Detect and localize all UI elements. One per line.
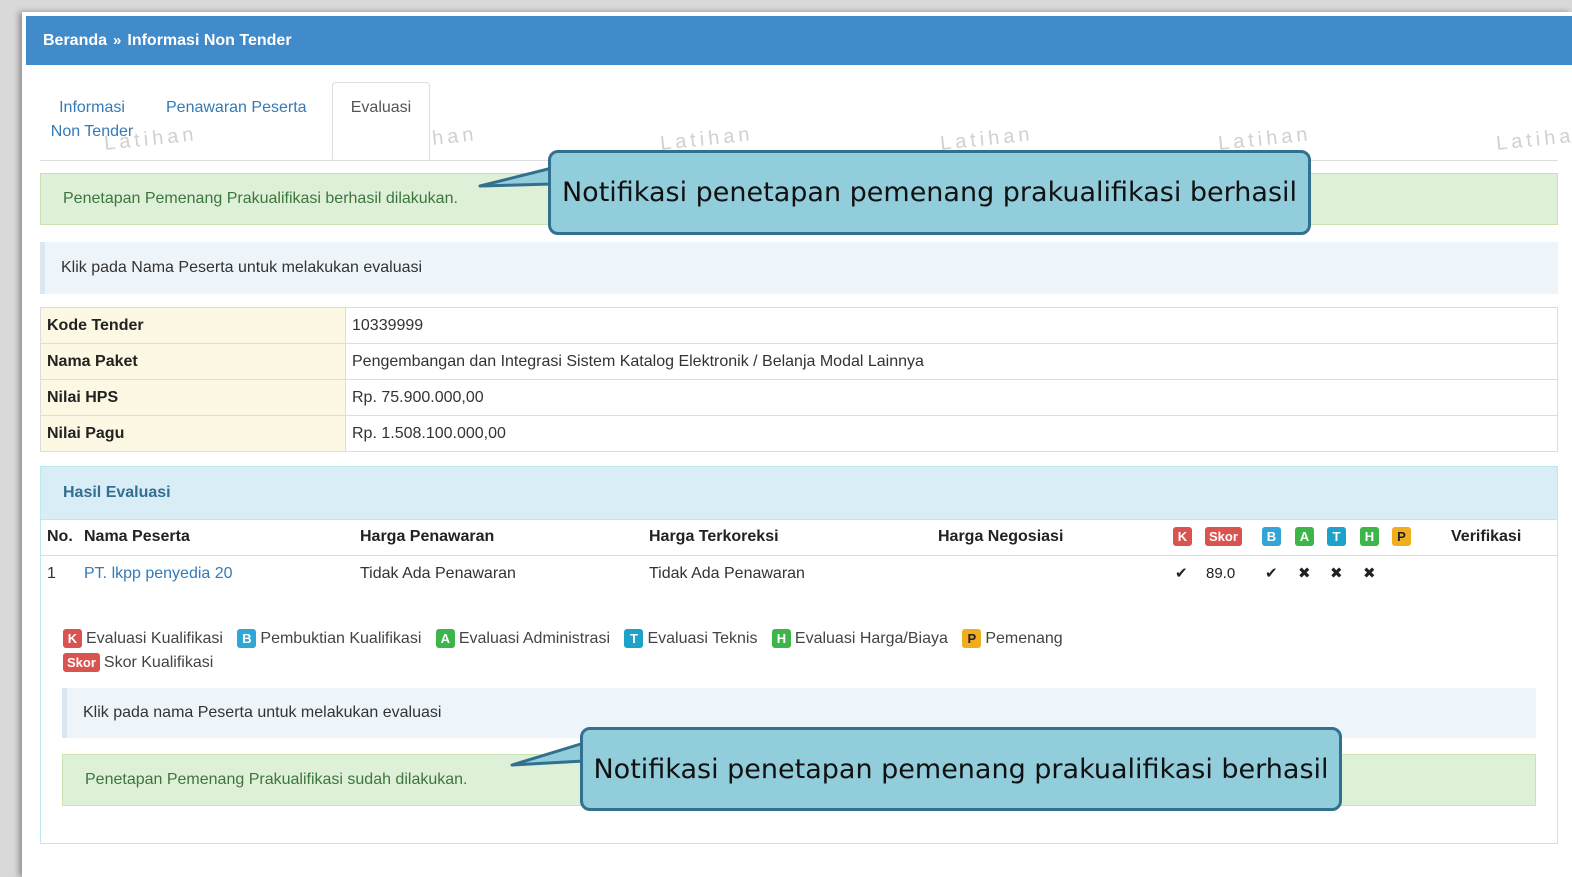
col-p: P <box>1392 519 1411 555</box>
badge-h: H <box>771 629 791 648</box>
table-row: Kode Tender 10339999 <box>40 307 1558 344</box>
detail-key: Nilai HPS <box>40 379 346 416</box>
legend-label: Evaluasi Kualifikasi <box>86 630 223 647</box>
legend-item: B Pembuktian Kualifikasi <box>237 629 422 648</box>
info-box: Klik pada Nama Peserta untuk melakukan e… <box>40 242 1558 294</box>
legend-label: Pemenang <box>985 630 1063 647</box>
legend-label: Pembuktian Kualifikasi <box>260 630 422 647</box>
row-skor: 89.0 <box>1206 565 1236 582</box>
row-offer: Tidak Ada Penawaran <box>360 565 516 582</box>
tab-label: Informasi <box>59 99 125 116</box>
participant-name-link[interactable]: PT. lkpp penyedia 20 <box>84 556 233 592</box>
breadcrumb: Beranda » Informasi Non Tender <box>43 32 292 50</box>
legend-item: A Evaluasi Administrasi <box>435 629 610 648</box>
table-row: Nilai HPS Rp. 75.900.000,00 <box>40 379 1558 416</box>
col-k: K <box>1173 519 1192 555</box>
badge-p: P <box>1392 527 1411 546</box>
badge-a: A <box>1295 527 1314 546</box>
check-icon: ✔ <box>1175 565 1188 582</box>
detail-value: 10339999 <box>345 307 1558 344</box>
legend-item: P Pemenang <box>962 629 1063 648</box>
results-table-header: No. Nama Peserta Harga Penawaran Harga T… <box>41 519 1557 556</box>
badge-skor: Skor <box>1205 527 1242 546</box>
col-skor: Skor <box>1205 519 1242 555</box>
legend-item: H Evaluasi Harga/Biaya <box>771 629 948 648</box>
callout-pointer <box>478 166 554 188</box>
legend-label: Skor Kualifikasi <box>103 654 214 671</box>
badge-k: K <box>1173 527 1192 546</box>
badge-skor: Skor <box>63 653 100 672</box>
tab-label: Non Tender <box>50 123 134 140</box>
col-t: T <box>1327 519 1346 555</box>
col-verification: Verifikasi <box>1451 528 1522 545</box>
badge-t: T <box>624 629 644 648</box>
cross-icon: ✖ <box>1298 565 1311 582</box>
results-panel-title: Hasil Evaluasi <box>41 467 1557 520</box>
legend-item: K Evaluasi Kualifikasi <box>63 629 223 648</box>
col-h: H <box>1360 519 1379 555</box>
cross-icon: ✖ <box>1330 565 1343 582</box>
check-icon: ✔ <box>1265 565 1278 582</box>
breadcrumb-home[interactable]: Beranda <box>43 32 107 50</box>
legend-label: Evaluasi Harga/Biaya <box>794 630 948 647</box>
cross-icon: ✖ <box>1363 565 1376 582</box>
detail-value: Rp. 75.900.000,00 <box>345 379 1558 416</box>
annotation-callout: Notifikasi penetapan pemenang prakualifi… <box>580 727 1342 811</box>
detail-key: Nama Paket <box>40 343 346 380</box>
badge-a: A <box>435 629 455 648</box>
breadcrumb-bar: Beranda » Informasi Non Tender <box>26 16 1572 65</box>
col-corrected: Harga Terkoreksi <box>649 528 779 545</box>
tender-detail-table: Kode Tender 10339999 Nama Paket Pengemba… <box>40 307 1558 452</box>
legend-label: Evaluasi Administrasi <box>458 630 610 647</box>
col-negotiated: Harga Negosiasi <box>938 528 1064 545</box>
detail-key: Nilai Pagu <box>40 415 346 452</box>
row-no: 1 <box>47 565 56 582</box>
detail-value: Pengembangan dan Integrasi Sistem Katalo… <box>345 343 1558 380</box>
badge-p: P <box>962 629 982 648</box>
col-b: B <box>1262 519 1281 555</box>
row-corrected: Tidak Ada Penawaran <box>649 565 805 582</box>
table-row: 1 PT. lkpp penyedia 20 Tidak Ada Penawar… <box>41 556 1557 592</box>
table-row: Nama Paket Pengembangan dan Integrasi Si… <box>40 343 1558 380</box>
breadcrumb-current: Informasi Non Tender <box>127 31 292 49</box>
legend: K Evaluasi Kualifikasi B Pembuktian Kualif… <box>63 627 1073 675</box>
badge-k: K <box>63 629 82 648</box>
detail-value: Rp. 1.508.100.000,00 <box>345 415 1558 452</box>
callout-pointer <box>510 741 586 767</box>
tab-evaluasi[interactable]: Evaluasi <box>332 82 430 160</box>
badge-h: H <box>1360 527 1379 546</box>
col-a: A <box>1295 519 1314 555</box>
detail-key: Kode Tender <box>40 307 346 344</box>
badge-b: B <box>237 629 257 648</box>
col-no: No. <box>47 528 73 545</box>
legend-item: T Evaluasi Teknis <box>624 629 758 648</box>
breadcrumb-separator: » <box>113 32 122 49</box>
legend-item: Skor Skor Kualifikasi <box>63 653 214 672</box>
annotation-callout: Notifikasi penetapan pemenang prakualifi… <box>548 150 1311 235</box>
tab-informasi-non-tender[interactable]: Informasi Non Tender <box>44 96 140 144</box>
legend-label: Evaluasi Teknis <box>647 630 758 647</box>
table-row: Nilai Pagu Rp. 1.508.100.000,00 <box>40 415 1558 452</box>
tab-penawaran-peserta[interactable]: Penawaran Peserta <box>166 96 307 120</box>
col-offer: Harga Penawaran <box>360 528 495 545</box>
col-name: Nama Peserta <box>84 528 190 545</box>
badge-t: T <box>1327 527 1346 546</box>
badge-b: B <box>1262 527 1281 546</box>
